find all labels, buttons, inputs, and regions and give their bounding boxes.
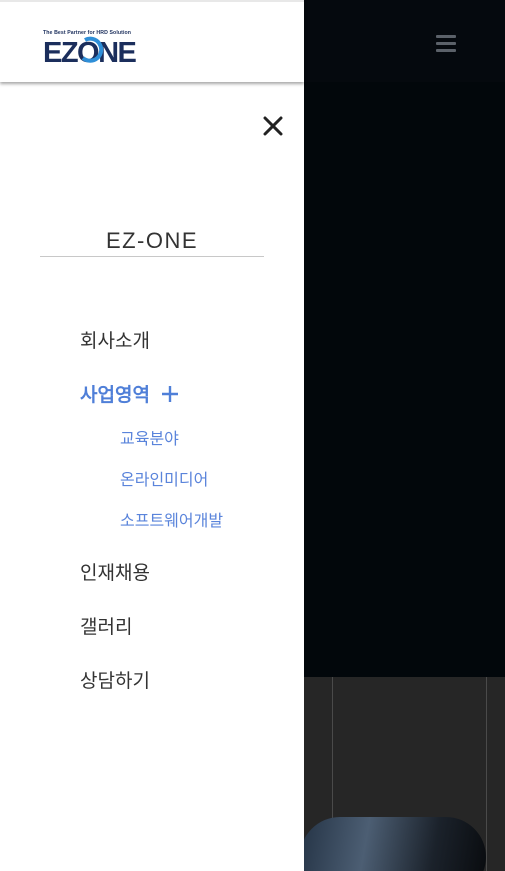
menu-item-recruit[interactable]: 인재채용 [80,558,150,585]
submenu-item-label: 온라인미디어 [120,470,209,489]
section-divider [486,677,487,871]
menu-item-label: 갤러리 [80,616,133,638]
close-icon[interactable] [261,114,285,138]
submenu-item-label: 소프트웨어개발 [120,511,224,530]
menu-item-label: 상담하기 [80,670,150,692]
side-drawer: The Best Partner for HRD Solution EZONE … [0,0,304,871]
menu-item-business[interactable]: 사업영역 [80,380,179,407]
menu-item-company[interactable]: 회사소개 [80,326,150,353]
menu-item-label: 회사소개 [80,330,150,352]
submenu-item-software[interactable]: 소프트웨어개발 [120,507,223,531]
image-card [300,817,486,871]
menu-item-label: 사업영역 [80,384,150,406]
submenu-item-online-media[interactable]: 온라인미디어 [120,466,208,490]
logo-wordmark: EZONE [43,36,137,66]
menu-item-gallery[interactable]: 갤러리 [80,612,132,639]
hamburger-menu-icon[interactable] [436,35,456,53]
drawer-title: EZ-ONE [40,228,264,257]
drawer-header: The Best Partner for HRD Solution EZONE [0,0,304,82]
submenu-item-education[interactable]: 교육분야 [120,425,179,449]
plus-icon [161,385,178,402]
menu-item-label: 인재채용 [80,562,150,584]
submenu-item-label: 교육분야 [120,429,179,448]
logo[interactable]: The Best Partner for HRD Solution EZONE [43,30,137,66]
menu-item-consult[interactable]: 상담하기 [80,666,150,693]
